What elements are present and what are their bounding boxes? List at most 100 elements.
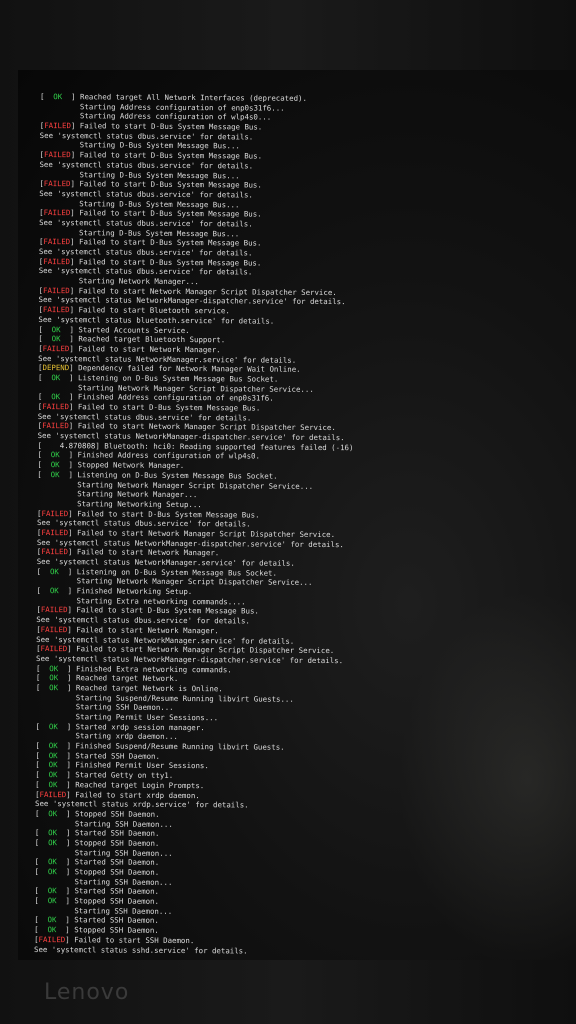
log-message: Starting Networking Setup... xyxy=(37,498,202,510)
log-message: Stopped SSH Daemon. xyxy=(74,867,160,877)
log-message: Starting SSH Daemon... xyxy=(34,905,173,916)
log-message: See 'systemctl status dbus.service' for … xyxy=(39,159,254,171)
boot-log: [ OK ] Reached target All Network Interf… xyxy=(34,92,576,960)
status-badge: FAILED xyxy=(40,605,68,615)
log-message: See 'systemctl status dbus.service' for … xyxy=(36,615,250,626)
log-message: Failed to start D-Bus System Message Bus… xyxy=(76,605,259,616)
log-message: See 'systemctl status dbus.service' for … xyxy=(38,246,253,258)
status-badge: FAILED xyxy=(39,789,67,799)
log-message: Finished Address configuration of wlp4s0… xyxy=(77,450,260,461)
log-message: Starting Extra networking commands.... xyxy=(36,595,246,607)
log-message: Finished Address configuration of enp0s3… xyxy=(77,392,274,403)
log-message: Stopped SSH Daemon. xyxy=(74,896,159,906)
status-badge: OK xyxy=(39,760,67,770)
status-badge: FAILED xyxy=(42,305,70,315)
log-message: Started Getty on tty1. xyxy=(75,770,174,781)
status-badge: DEPEND xyxy=(42,363,70,373)
status-badge: OK xyxy=(39,750,67,760)
log-message: Starting SSH Daemon... xyxy=(34,876,173,887)
status-badge: OK xyxy=(42,324,70,334)
status-badge: FAILED xyxy=(40,644,68,654)
log-message: Failed to start D-Bus System Message Bus… xyxy=(79,179,262,190)
status-badge: OK xyxy=(39,779,67,790)
log-message: Reached target Network. xyxy=(75,673,179,684)
log-message: Started SSH Daemon. xyxy=(75,751,161,761)
status-badge: OK xyxy=(40,682,68,693)
log-message: Starting Network Manager... xyxy=(37,489,198,500)
status-badge: FAILED xyxy=(42,421,69,431)
log-message: Failed to start D-Bus System Message Bus… xyxy=(77,508,260,520)
log-message: Starting Permit User Sessions... xyxy=(35,711,219,723)
status-badge: FAILED xyxy=(43,150,71,160)
log-message: Stopped SSH Daemon. xyxy=(74,925,159,935)
status-badge: FAILED xyxy=(38,934,66,945)
status-badge: OK xyxy=(39,770,67,780)
log-message: Started Accounts Service. xyxy=(78,324,190,335)
log-message: Starting SSH Daemon... xyxy=(35,702,174,713)
log-message: See 'systemctl status dbus.service' for … xyxy=(39,217,253,229)
log-message: Failed to start D-Bus System Message Bus… xyxy=(77,402,261,413)
log-message: Listening on D-Bus System Message Bus So… xyxy=(77,470,278,481)
log-message: Failed to start Network Manager. xyxy=(78,344,221,355)
log-message: Reached target Network is Online. xyxy=(75,683,223,694)
status-badge: OK xyxy=(39,828,67,838)
log-message: Listening on D-Bus System Message Bus So… xyxy=(78,373,279,384)
status-badge: FAILED xyxy=(41,527,69,538)
status-badge: OK xyxy=(44,92,72,102)
log-message: Finished Extra networking commands. xyxy=(76,663,232,674)
log-message: Started SSH Daemon. xyxy=(74,857,160,868)
log-message: Failed to start D-Bus System Message Bus… xyxy=(79,150,263,161)
status-badge: OK xyxy=(38,867,66,877)
status-badge: OK xyxy=(42,392,70,402)
status-badge: OK xyxy=(41,566,68,576)
log-message: Stopped SSH Daemon. xyxy=(74,838,160,848)
status-badge: FAILED xyxy=(42,343,70,354)
log-message: See 'systemctl status xrdp.service' for … xyxy=(35,799,249,810)
status-badge: OK xyxy=(41,450,69,460)
status-badge: FAILED xyxy=(44,121,71,131)
log-message: Started xrdp session manager. xyxy=(75,721,205,732)
log-message: Starting Network Manager... xyxy=(38,276,199,287)
status-badge: OK xyxy=(41,460,69,470)
status-badge: OK xyxy=(38,925,66,935)
log-message: Finished Networking Setup. xyxy=(76,586,193,597)
log-message: Reached target Bluetooth Support. xyxy=(78,334,226,345)
log-message: Failed to start Network Manager. xyxy=(76,547,220,558)
status-badge: FAILED xyxy=(43,237,71,247)
log-message: Starting D-Bus System Message Bus... xyxy=(38,227,240,239)
status-badge: OK xyxy=(39,808,67,819)
log-message: Failed to start xrdp daemon. xyxy=(75,789,200,800)
status-badge: FAILED xyxy=(43,179,71,189)
log-message: Started SSH Daemon. xyxy=(74,828,160,839)
log-message: See 'systemctl status dbus.service' for … xyxy=(39,188,253,200)
status-badge: OK xyxy=(40,663,68,673)
log-message: See 'systemctl status dbus.service' for … xyxy=(39,130,254,142)
log-message: Stopped SSH Daemon. xyxy=(74,809,160,819)
log-message: Starting SSH Daemon... xyxy=(34,818,173,829)
log-message: See 'systemctl status sshd.service' for … xyxy=(33,944,248,955)
monitor-bezel: [ OK ] Reached target All Network Interf… xyxy=(0,0,576,1024)
status-badge: OK xyxy=(40,673,68,683)
log-message: Starting xrdp daemon... xyxy=(35,731,178,742)
status-badge: OK xyxy=(39,857,66,867)
status-badge: OK xyxy=(39,721,67,731)
log-message: Listening on D-Bus System Message Bus So… xyxy=(76,566,277,578)
log-message: Starting D-Bus System Message Bus... xyxy=(39,169,240,180)
status-badge: OK xyxy=(42,334,70,344)
log-message: Failed to start D-Bus System Message Bus… xyxy=(78,256,262,268)
status-badge: FAILED xyxy=(42,402,69,412)
log-message: Started SSH Daemon. xyxy=(74,886,160,897)
status-badge: FAILED xyxy=(43,256,71,266)
log-message: Finished Suspend/Resume Running libvirt … xyxy=(75,741,285,752)
status-badge: FAILED xyxy=(40,624,68,635)
log-message: Starting D-Bus System Message Bus... xyxy=(39,140,240,151)
terminal-screen: [ OK ] Reached target All Network Interf… xyxy=(18,70,576,960)
log-message: See 'systemctl status dbus.service' for … xyxy=(38,266,253,277)
log-message: Failed to start SSH Daemon. xyxy=(74,935,195,945)
status-badge: FAILED xyxy=(41,547,68,557)
log-message: Failed to start D-Bus System Message Bus… xyxy=(79,121,263,132)
status-badge: FAILED xyxy=(43,208,71,218)
log-message: Failed to start D-Bus System Message Bus… xyxy=(79,208,262,219)
status-badge: OK xyxy=(41,469,69,480)
log-message: Failed to start Network Manager. xyxy=(76,625,219,636)
